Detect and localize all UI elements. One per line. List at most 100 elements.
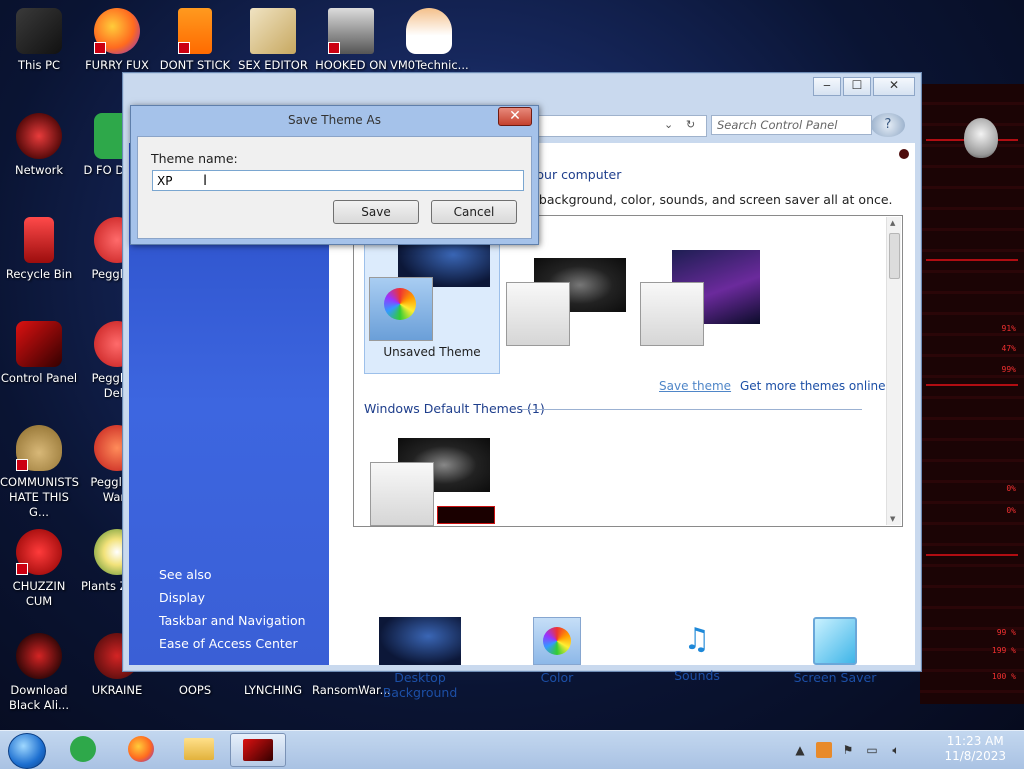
maximize-button[interactable]: ☐ (843, 77, 871, 96)
get-more-themes-link[interactable]: Get more themes online (740, 379, 886, 393)
chuzzle-icon (16, 529, 62, 575)
color-swatch-icon (640, 282, 704, 346)
desktop-icon-label: VM0Technic... (390, 58, 469, 72)
network-status-icon[interactable]: ▭ (864, 742, 880, 758)
help-icon[interactable]: ? (871, 113, 905, 137)
option-label: Desktop Background (382, 670, 458, 700)
personalize-options: Desktop Background Color ♫ Sounds Screen… (329, 617, 915, 700)
system-clock[interactable]: 11:23 AM 11/8/2023 (944, 734, 1006, 764)
alien-icon (16, 633, 62, 679)
shortcut-arrow-icon (16, 459, 28, 471)
chevron-down-icon[interactable]: ⌄ (664, 118, 673, 131)
desktop-icon-communists[interactable]: COMMUNISTS HATE THIS G... (0, 425, 79, 520)
desktop-icon-firefox[interactable]: FURRY FUX (78, 8, 156, 73)
desktop-background-option[interactable]: Desktop Background (359, 617, 481, 700)
desktop-icon-label: OOPS (178, 683, 212, 697)
alien-logo-icon (964, 118, 998, 158)
theme-name: Unsaved Theme (383, 345, 481, 359)
desktop-icon-label: CHUZZIN CUM (12, 579, 66, 608)
page-title: your computer (529, 167, 622, 182)
see-also-title: See also (159, 567, 212, 582)
desktop-icon-vm0technic[interactable]: VM0Technic... (390, 8, 469, 73)
save-theme-link[interactable]: Save theme (659, 379, 731, 393)
desktop-icon-control-panel[interactable]: Control Panel (0, 321, 78, 386)
scrollbar[interactable]: ▲ ▼ (886, 217, 901, 525)
address-bar[interactable]: ⌄ ↻ (535, 115, 707, 137)
desktop-icon-label: FURRY FUX (85, 58, 149, 72)
see-also-section: See also Display Taskbar and Navigation … (159, 563, 306, 655)
folder-icon (184, 738, 214, 760)
dialog-body: Theme name: I Save Cancel (137, 136, 532, 239)
hud-bar (926, 384, 1018, 386)
desktop-icon-sex-editor[interactable]: SEX EDITOR (234, 8, 312, 73)
taskbar-app-firefox[interactable] (118, 733, 164, 765)
clock-date: 11/8/2023 (944, 749, 1006, 763)
color-swatch-icon (369, 277, 433, 341)
hud-value: 99% (1001, 365, 1016, 374)
hud-value: 0% (1006, 506, 1016, 515)
control-panel-icon (243, 739, 273, 761)
alien-wallpaper-panel: 91% 47% 99% 0% 0% 99 % 199 % 100 % (920, 84, 1024, 704)
vlc-icon (178, 8, 212, 54)
status-indicator (899, 149, 909, 159)
cancel-button[interactable]: Cancel (431, 200, 517, 224)
dialog-close-button[interactable]: ✕ (498, 107, 532, 126)
desktop-icon-label: Control Panel (0, 371, 78, 385)
hex-editor-icon (250, 8, 296, 54)
dialog-title: Save Theme As (288, 113, 381, 127)
taskbar-app-explorer[interactable] (176, 733, 222, 765)
doctor-icon (406, 8, 452, 54)
scroll-down-icon[interactable]: ▼ (890, 515, 895, 523)
link-taskbar-navigation[interactable]: Taskbar and Navigation (159, 609, 306, 632)
desktop-icon-this-pc[interactable]: This PC (0, 8, 78, 73)
close-button[interactable]: ✕ (873, 77, 915, 96)
minimize-button[interactable]: ‒ (813, 77, 841, 96)
option-label: Color (540, 670, 574, 685)
start-button[interactable] (8, 733, 46, 769)
theme-list: ▲ ▼ Unsaved Theme Save theme Get more th… (353, 215, 903, 527)
link-ease-of-access[interactable]: Ease of Access Center (159, 632, 306, 655)
save-theme-dialog: Save Theme As ✕ Theme name: I Save Cance… (130, 105, 539, 245)
color-fan-icon (384, 288, 416, 320)
volume-icon[interactable]: 🔈︎ (888, 742, 904, 758)
theme-default-grim[interactable] (366, 428, 500, 578)
scrollbar-thumb[interactable] (889, 233, 900, 279)
money-bag-icon (16, 425, 62, 471)
app-tray-icon[interactable] (816, 742, 832, 758)
firefox-icon (94, 8, 140, 54)
taskbar-app-notes[interactable] (60, 733, 106, 765)
desktop-icon-hooked-on[interactable]: HOOKED ON (312, 8, 390, 73)
hud-value: 99 % (996, 628, 1016, 637)
color-option[interactable]: Color (527, 617, 587, 685)
shortcut-arrow-icon (94, 42, 106, 54)
desktop-icon-dont-stick[interactable]: DONT STICK (156, 8, 234, 73)
color-fan-icon (543, 627, 571, 655)
hud-value: 0% (1006, 484, 1016, 493)
theme-mrbeast[interactable] (638, 222, 772, 372)
control-panel-icon (16, 321, 62, 367)
action-center-flag-icon[interactable]: ⚑ (840, 742, 856, 758)
shortcut-arrow-icon (16, 563, 28, 575)
computer-icon (16, 8, 62, 54)
hud-value: 199 % (991, 646, 1016, 655)
screen-saver-option[interactable]: Screen Saver (785, 617, 885, 685)
refresh-icon[interactable]: ↻ (686, 118, 695, 131)
save-button[interactable]: Save (333, 200, 419, 224)
desktop-icon-download-alien[interactable]: Download Black Ali... (0, 633, 78, 713)
show-hidden-icons-icon[interactable]: ▲ (792, 742, 808, 758)
text-cursor-icon: I (203, 173, 208, 189)
desktop-icon-label: LYNCHING (243, 683, 303, 697)
desktop-icon-chuzzin[interactable]: CHUZZIN CUM (0, 529, 78, 609)
option-label: Sounds (674, 668, 720, 683)
desktop-icon-recycle-bin[interactable]: Recycle Bin (0, 217, 78, 282)
sounds-option[interactable]: ♫ Sounds (657, 617, 737, 683)
desktop-icon-label: UKRAINE (91, 683, 143, 697)
theme-name-field[interactable] (152, 170, 524, 191)
desktop-icon-network[interactable]: Network (0, 113, 78, 178)
scroll-up-icon[interactable]: ▲ (890, 219, 895, 227)
hud-value: 47% (1001, 344, 1016, 353)
taskbar-app-control-panel[interactable] (230, 733, 286, 767)
search-input[interactable]: Search Control Panel (711, 115, 872, 135)
link-display[interactable]: Display (159, 586, 306, 609)
desktop-icon-label: COMMUNISTS HATE THIS G... (0, 475, 79, 519)
